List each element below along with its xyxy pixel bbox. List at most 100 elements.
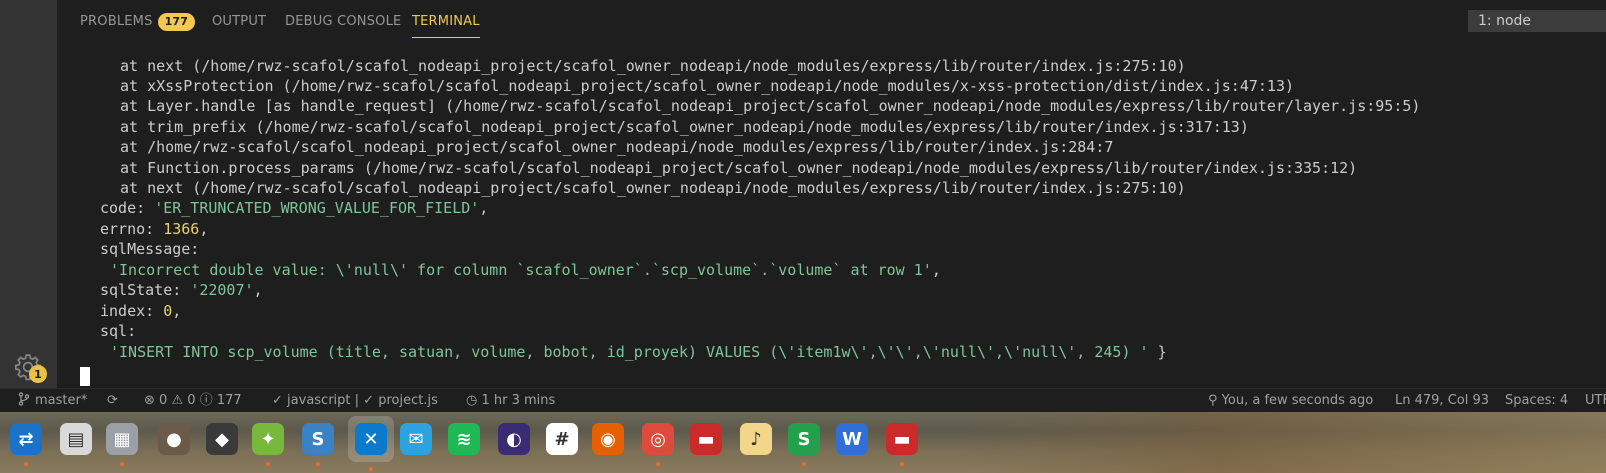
- archive-manager-icon[interactable]: ▦: [104, 421, 140, 466]
- git-blame[interactable]: ⚲ You, a few seconds ago: [1208, 389, 1373, 413]
- settings-badge: 1: [29, 365, 47, 383]
- archive-manager-glyph: ▦: [106, 423, 138, 455]
- stack-line: at xXssProtection (/home/rwz-scafol/scaf…: [120, 77, 1294, 95]
- chrome-icon[interactable]: ◎: [640, 421, 676, 466]
- git-branch-icon: [18, 392, 30, 406]
- tab-problems[interactable]: PROBLEMS 177: [80, 13, 196, 37]
- simplenote-icon[interactable]: S: [300, 421, 336, 466]
- check-icon: ✓: [272, 393, 283, 408]
- spreadsheet-glyph: S: [788, 423, 820, 455]
- teamviewer-glyph: ⇄: [10, 423, 42, 455]
- gimp-glyph: ●: [158, 423, 190, 455]
- spotify-glyph: ≋: [448, 423, 480, 455]
- comma: ,: [479, 199, 489, 217]
- writer-icon[interactable]: W: [834, 421, 870, 457]
- writer-glyph: W: [836, 423, 868, 455]
- comma: ,: [199, 220, 209, 238]
- tab-label: PROBLEMS: [80, 14, 153, 29]
- error-code-line: code: 'ER_TRUNCATED_WRONG_VALUE_FOR_FIEL…: [100, 198, 488, 218]
- simplenote-glyph: S: [302, 423, 334, 455]
- spreadsheet-icon[interactable]: S: [786, 421, 822, 466]
- branch-indicator[interactable]: master*: [18, 389, 87, 413]
- firefox-glyph: ◉: [592, 423, 624, 455]
- time-tracker[interactable]: ◷ 1 hr 3 mins: [466, 389, 555, 413]
- vscode-glyph: ✕: [355, 423, 387, 455]
- eclipse-icon[interactable]: ◐: [496, 421, 532, 457]
- running-indicator: [24, 462, 28, 466]
- panel-tabs: PROBLEMS 177 OUTPUT DEBUG CONSOLE TERMINA…: [57, 0, 1606, 42]
- bottom-panel: PROBLEMS 177 OUTPUT DEBUG CONSOLE TERMINA…: [57, 0, 1606, 397]
- android-studio-glyph: ✦: [252, 423, 284, 455]
- stack-line: at trim_prefix (/home/rwz-scafol/scafol_…: [120, 118, 1249, 136]
- sqlmessage-key-line: sqlMessage:: [100, 240, 200, 258]
- mail-glyph: ✉: [400, 423, 432, 455]
- pdf-icon[interactable]: ▬: [884, 421, 920, 466]
- dock: ⇄ ▤ ▦ ● ◆ ✦ S ✕ ✉ ≋ ◐ # ◉ ◎ ▬ ♪ S W ▬: [0, 412, 1606, 473]
- warning-icon: ⚠: [171, 393, 184, 408]
- encoding[interactable]: UTF: [1585, 389, 1606, 413]
- pdf-glyph: ▬: [886, 423, 918, 455]
- sync-icon[interactable]: ⟳: [107, 389, 118, 413]
- terminal-cursor: [80, 367, 90, 386]
- indentation[interactable]: Spaces: 4: [1505, 389, 1568, 413]
- tab-terminal[interactable]: TERMINAL: [412, 13, 480, 38]
- slack-icon[interactable]: #: [544, 421, 580, 457]
- info-count: 177: [216, 393, 242, 408]
- problems-count-badge: 177: [157, 13, 196, 31]
- running-indicator: [316, 462, 320, 466]
- notes-icon[interactable]: ♪: [738, 421, 774, 457]
- terminal-output[interactable]: at next (/home/rwz-scafol/scafol_nodeapi…: [57, 56, 1606, 397]
- comma: ,: [931, 261, 941, 279]
- sqlstate-key: sqlState:: [100, 281, 191, 299]
- presentation-icon[interactable]: ▬: [688, 421, 724, 457]
- chrome-glyph: ◎: [642, 423, 674, 455]
- inkscape-glyph: ◆: [206, 423, 238, 455]
- stack-line: at next (/home/rwz-scafol/scafol_nodeapi…: [120, 57, 1186, 75]
- sql-value-line: 'INSERT INTO scp_volume (title, satuan, …: [110, 342, 1167, 362]
- inkscape-icon[interactable]: ◆: [204, 421, 240, 457]
- document-viewer-icon[interactable]: ▤: [58, 421, 94, 457]
- spotify-icon[interactable]: ≋: [446, 421, 482, 457]
- firefox-icon[interactable]: ◉: [590, 421, 626, 457]
- activity-bar: 1: [0, 0, 57, 397]
- problems-indicator[interactable]: ⊗ 0 ⚠ 0 ⓘ 177: [144, 389, 242, 413]
- slack-glyph: #: [546, 423, 578, 455]
- tab-output[interactable]: OUTPUT: [212, 13, 266, 37]
- tab-debug-console[interactable]: DEBUG CONSOLE: [285, 13, 401, 37]
- language-indicator[interactable]: ✓ javascript | ✓ project.js: [272, 389, 438, 413]
- gimp-icon[interactable]: ●: [156, 421, 192, 457]
- running-indicator: [802, 462, 806, 466]
- running-indicator: [900, 462, 904, 466]
- index-line: index: 0,: [100, 301, 181, 321]
- notes-glyph: ♪: [740, 423, 772, 455]
- stack-line: at /home/rwz-scafol/scafol_nodeapi_proje…: [120, 138, 1114, 156]
- vscode-icon[interactable]: ✕: [348, 416, 394, 471]
- error-icon: ⊗: [144, 393, 155, 408]
- presentation-glyph: ▬: [690, 423, 722, 455]
- sql-key-line: sql:: [100, 322, 137, 340]
- closing-brace: }: [1148, 343, 1167, 361]
- blame-label: You, a few seconds ago: [1221, 393, 1374, 408]
- sqlstate-line: sqlState: '22007',: [100, 280, 263, 300]
- teamviewer-icon[interactable]: ⇄: [8, 421, 44, 466]
- document-viewer-glyph: ▤: [60, 423, 92, 455]
- error-code-value: 'ER_TRUNCATED_WRONG_VALUE_FOR_FIELD': [154, 199, 480, 217]
- commit-icon: ⚲: [1208, 393, 1218, 408]
- android-studio-icon[interactable]: ✦: [250, 421, 286, 466]
- branch-name: master*: [35, 393, 88, 408]
- errno-line: errno: 1366,: [100, 219, 208, 239]
- eclipse-glyph: ◐: [498, 423, 530, 455]
- mail-icon[interactable]: ✉: [398, 421, 434, 457]
- status-bar: master* ⟳ ⊗ 0 ⚠ 0 ⓘ 177 ✓ javascript | ✓…: [0, 388, 1606, 413]
- sqlstate-value: '22007': [190, 281, 254, 299]
- cursor-position[interactable]: Ln 479, Col 93: [1395, 389, 1489, 413]
- stack-line: at next (/home/rwz-scafol/scafol_nodeapi…: [120, 179, 1186, 197]
- running-indicator: [266, 462, 270, 466]
- terminal-select[interactable]: 1: node: [1468, 10, 1606, 32]
- error-count: 0: [159, 393, 168, 408]
- running-indicator: [656, 462, 660, 466]
- history-icon: ◷: [466, 393, 478, 408]
- info-icon: ⓘ: [199, 393, 213, 408]
- index-key: index:: [100, 302, 164, 320]
- error-code-key: code:: [100, 199, 155, 217]
